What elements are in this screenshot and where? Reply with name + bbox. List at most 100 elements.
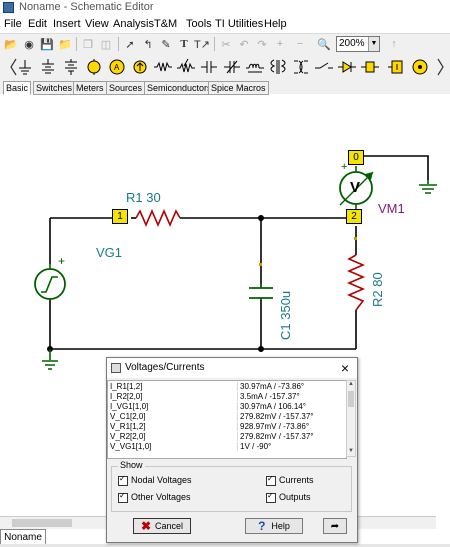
voltmeter-icon[interactable] bbox=[409, 56, 431, 78]
copy-icon[interactable]: ❐ bbox=[80, 36, 96, 52]
paste-icon[interactable]: ◫ bbox=[98, 36, 114, 52]
component-tabs: Basic Switches Meters Sources Semiconduc… bbox=[0, 80, 450, 95]
resistor-r1 bbox=[135, 208, 181, 228]
menu-tools[interactable]: Tools bbox=[186, 18, 212, 30]
menu-insert[interactable]: Insert bbox=[53, 18, 81, 30]
resistor-icon[interactable] bbox=[152, 56, 174, 78]
menu-bar: File Edit Insert View Analysis T&M Tools… bbox=[0, 16, 450, 33]
scroll-down-icon[interactable]: ▼ bbox=[347, 448, 355, 456]
outputs-checkbox[interactable]: Outputs bbox=[266, 491, 311, 503]
svg-text:A: A bbox=[114, 63, 120, 72]
palette-scroll-right-icon[interactable] bbox=[430, 56, 450, 78]
current-source-icon[interactable] bbox=[129, 56, 151, 78]
tab-semiconductors[interactable]: Semiconductors bbox=[144, 81, 215, 95]
tab-spice-macros[interactable]: Spice Macros bbox=[208, 81, 269, 95]
list-item[interactable]: V_C1[2,0] 279.82mV / -157.37° bbox=[108, 412, 346, 421]
list-vertical-scrollbar[interactable]: ▲ ▼ bbox=[346, 380, 356, 457]
r1-label: R1 30 bbox=[126, 190, 161, 205]
menu-edit[interactable]: Edit bbox=[28, 18, 47, 30]
nodal-voltages-checkbox[interactable]: Nodal Voltages bbox=[118, 474, 192, 486]
vg1-label: VG1 bbox=[96, 245, 123, 260]
tab-switches[interactable]: Switches bbox=[33, 81, 76, 95]
multi-battery-icon[interactable] bbox=[60, 56, 82, 78]
chevron-down-icon[interactable]: ▼ bbox=[368, 37, 379, 51]
list-item[interactable]: I_VG1[1,0] 30.97mA / 106.14° bbox=[108, 402, 346, 411]
wire-icon[interactable]: − bbox=[292, 36, 308, 52]
cut-icon[interactable]: ✂ bbox=[218, 36, 234, 52]
close-icon[interactable]: × bbox=[341, 360, 349, 376]
tab-meters[interactable]: Meters bbox=[73, 81, 107, 95]
window-title: Noname - Schematic Editor bbox=[19, 1, 154, 13]
diode-icon[interactable] bbox=[336, 56, 358, 78]
app-icon bbox=[3, 2, 14, 13]
vm1-symbol: V bbox=[350, 179, 361, 196]
save-icon[interactable]: 💾 bbox=[39, 36, 55, 52]
menu-help[interactable]: Help bbox=[264, 18, 287, 30]
zoom-value: 200% bbox=[339, 38, 365, 49]
select-arrow-icon[interactable]: ➚ bbox=[122, 36, 138, 52]
dialog-title-bar: Voltages/Currents × bbox=[107, 358, 357, 378]
help-button[interactable]: ? Help bbox=[245, 518, 303, 534]
dialog-title: Voltages/Currents bbox=[125, 362, 205, 373]
variable-capacitor-icon[interactable] bbox=[221, 56, 243, 78]
help-icon: ? bbox=[258, 519, 266, 533]
text-tool-icon[interactable]: T bbox=[176, 36, 192, 52]
pencil-icon[interactable]: ✎ bbox=[158, 36, 174, 52]
capacitor-icon[interactable] bbox=[198, 56, 220, 78]
list-item[interactable]: V_R2[2,0] 279.82mV / -157.37° bbox=[108, 432, 346, 441]
battery-icon[interactable] bbox=[37, 56, 59, 78]
scroll-thumb[interactable] bbox=[12, 519, 72, 527]
other-voltages-checkbox[interactable]: Other Voltages bbox=[118, 491, 191, 503]
lamp-icon[interactable] bbox=[359, 56, 381, 78]
potentiometer-icon[interactable] bbox=[175, 56, 197, 78]
tab-basic[interactable]: Basic bbox=[3, 81, 32, 95]
ammeter-icon[interactable]: A bbox=[106, 56, 128, 78]
list-item[interactable]: I_R1[1,2] 30.97mA / -73.86° bbox=[108, 382, 346, 391]
export-button[interactable]: ➦ bbox=[323, 518, 347, 534]
node-1-marker: 1 bbox=[112, 209, 128, 224]
resistor-r2 bbox=[346, 254, 366, 311]
values-list[interactable]: I_R1[1,2] 30.97mA / -73.86° I_R2[2,0] 3.5m… bbox=[107, 380, 347, 459]
voltage-pin-icon[interactable] bbox=[386, 56, 408, 78]
main-toolbar: 📂 ◉ 💾 📁 ❐ ◫ ➚ ↰ ✎ T T↗ ✂ ↶ ↷ + − 🔍 200% … bbox=[0, 33, 450, 55]
pointer-icon[interactable]: ↰ bbox=[140, 36, 156, 52]
vm1-label: VM1 bbox=[378, 201, 405, 216]
scroll-up-icon[interactable]: ▲ bbox=[347, 381, 355, 389]
inductor-icon[interactable] bbox=[244, 56, 266, 78]
voltage-source-icon[interactable] bbox=[83, 56, 105, 78]
switch-icon[interactable] bbox=[313, 56, 335, 78]
undo-icon[interactable]: ↶ bbox=[236, 36, 252, 52]
title-bar: Noname - Schematic Editor bbox=[0, 0, 450, 16]
scroll-thumb[interactable] bbox=[348, 391, 354, 407]
open-folder-icon[interactable]: 📂 bbox=[3, 36, 19, 52]
menu-view[interactable]: View bbox=[85, 18, 109, 30]
list-item[interactable]: V_VG1[1,0] 1V / -90° bbox=[108, 442, 346, 451]
menu-analysis[interactable]: Analysis bbox=[113, 18, 154, 30]
browse-icon[interactable]: ◉ bbox=[21, 36, 37, 52]
zoom-select[interactable]: 200% ▼ bbox=[336, 36, 380, 52]
text-label-icon[interactable]: T↗ bbox=[194, 36, 210, 52]
pin-icon[interactable]: ↑ bbox=[386, 36, 402, 52]
zoom-icon[interactable]: 🔍 bbox=[316, 36, 332, 52]
currents-checkbox[interactable]: Currents bbox=[266, 474, 314, 486]
list-item[interactable]: I_R2[2,0] 3.5mA / -157.37° bbox=[108, 392, 346, 401]
coupled-inductor-icon[interactable] bbox=[290, 56, 312, 78]
menu-file[interactable]: File bbox=[4, 18, 22, 30]
list-item[interactable]: V_R1[1,2] 928.97mV / -73.86° bbox=[108, 422, 346, 431]
cancel-button[interactable]: ✖ Cancel bbox=[133, 518, 191, 534]
transformer-icon[interactable] bbox=[267, 56, 289, 78]
voltages-currents-dialog: Voltages/Currents × I_R1[1,2] 30.97mA / -… bbox=[106, 357, 358, 543]
tab-sources[interactable]: Sources bbox=[106, 81, 146, 95]
redo-icon[interactable]: ↷ bbox=[254, 36, 270, 52]
dialog-icon bbox=[111, 363, 121, 373]
component-toolbar: A bbox=[0, 54, 450, 81]
add-icon[interactable]: + bbox=[272, 36, 288, 52]
svg-text:+: + bbox=[341, 161, 347, 173]
node-0-marker: 0 bbox=[348, 150, 364, 165]
capacitor-c1 bbox=[249, 284, 273, 300]
menu-ti-utilities[interactable]: TI Utilities bbox=[215, 18, 263, 30]
open-icon[interactable]: 📁 bbox=[57, 36, 73, 52]
menu-tm[interactable]: T&M bbox=[154, 18, 177, 30]
cancel-x-icon: ✖ bbox=[140, 519, 152, 533]
ground-icon[interactable] bbox=[14, 56, 36, 78]
